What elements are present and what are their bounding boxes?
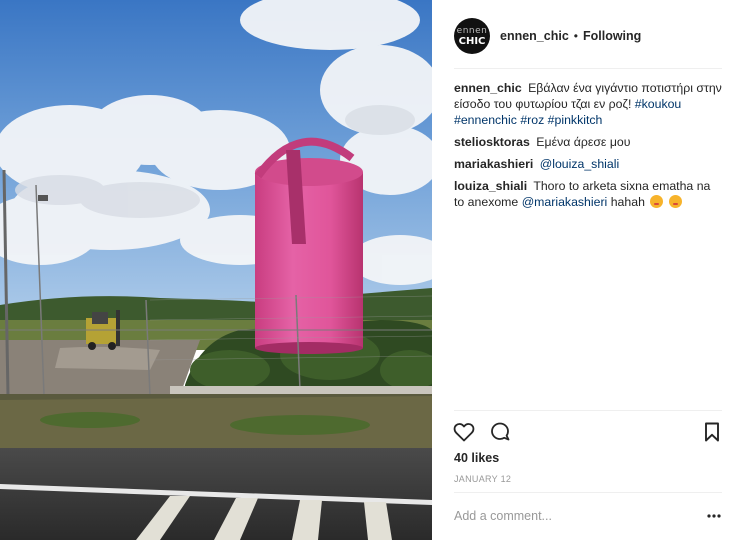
comments-list: ennen_chic Εβάλαν ένα γιγάντιο ποτιστήρι… [454,80,722,216]
header-username[interactable]: ennen_chic [500,29,569,43]
mention-link[interactable]: @louiza_shiali [540,157,619,171]
comment-text: Εμένα άρεσε μου [536,135,631,149]
hashtag[interactable]: #roz [520,113,544,127]
post-date[interactable]: JANUARY 12 [454,474,511,484]
instagram-post: ennen CHIC ennen_chic • Following ennen_… [0,0,734,540]
comment-item: mariakashieri @louiza_shiali [454,156,722,172]
likes-count[interactable]: 40 likes [454,451,499,465]
comment-username[interactable]: steliosktoras [454,135,530,149]
avatar-text-bottom: CHIC [458,36,486,47]
comment-item: louiza_shiali Thoro to arketa sixna emat… [454,178,722,210]
header-separator: • [573,29,578,43]
add-comment-input[interactable] [454,509,684,523]
comment-username[interactable]: mariakashieri [454,157,533,171]
caption-username[interactable]: ennen_chic [454,81,522,95]
speech-bubble-icon[interactable] [488,420,512,444]
action-bar [452,420,724,444]
emoji-icon [668,195,682,208]
hashtag[interactable]: #koukou [635,97,682,111]
avatar-text-top: ennen [456,26,488,36]
comment-text: hahah [610,195,645,209]
heart-icon[interactable] [452,420,476,444]
post-header: ennen CHIC ennen_chic • Following [454,16,722,56]
caption: ennen_chic Εβάλαν ένα γιγάντιο ποτιστήρι… [454,80,722,128]
following-button[interactable]: Following [583,29,641,43]
actions-divider [454,410,722,411]
emoji-icon [650,195,664,208]
avatar[interactable]: ennen CHIC [454,18,490,54]
header-divider [454,68,722,69]
post-sidebar: ennen CHIC ennen_chic • Following ennen_… [432,0,734,540]
post-image [0,0,432,540]
comment-item: steliosktoras Εμένα άρεσε μου [454,134,722,150]
add-comment-bar [454,505,722,527]
mention-link[interactable]: @mariakashieri [522,195,608,209]
hashtag[interactable]: #ennenchic [454,113,517,127]
comment-divider [454,492,722,493]
hashtag[interactable]: #pinkkitch [548,113,603,127]
post-photo[interactable] [0,0,432,540]
more-options-icon[interactable] [706,510,722,520]
comment-username[interactable]: louiza_shiali [454,179,527,193]
bookmark-icon[interactable] [700,420,724,444]
